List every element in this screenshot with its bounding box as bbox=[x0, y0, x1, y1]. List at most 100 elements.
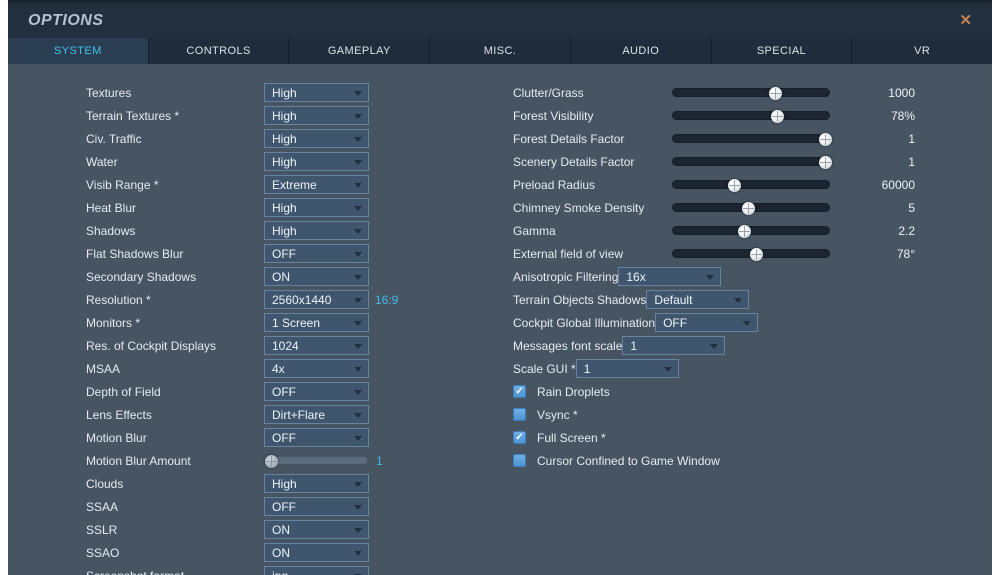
option-label: Water bbox=[86, 154, 118, 169]
dropdown[interactable]: 1024 bbox=[264, 336, 369, 355]
option-label: Scale GUI * bbox=[513, 361, 576, 376]
chevron-down-icon bbox=[354, 229, 362, 234]
option-label: SSAO bbox=[86, 545, 120, 560]
chevron-down-icon bbox=[743, 321, 752, 326]
option-row: Secondary Shadows ON bbox=[86, 265, 486, 288]
tab-misc[interactable]: MISC. bbox=[430, 38, 570, 64]
chevron-down-icon bbox=[354, 436, 362, 441]
option-label: Shadows bbox=[86, 223, 136, 238]
close-icon[interactable]: ✕ bbox=[959, 13, 972, 28]
option-row: Resolution * 2560x1440 16:9 bbox=[86, 288, 486, 311]
option-label: Motion Blur bbox=[86, 430, 147, 445]
option-label: Preload Radius bbox=[513, 177, 596, 192]
option-row: Textures High bbox=[86, 81, 486, 104]
dropdown[interactable]: ON bbox=[264, 520, 369, 539]
slider[interactable] bbox=[264, 455, 368, 468]
dropdown[interactable]: High bbox=[264, 152, 369, 171]
checkbox-checked[interactable]: ✓ bbox=[513, 431, 526, 444]
slider-handle[interactable] bbox=[818, 133, 832, 146]
chevron-down-icon bbox=[354, 367, 362, 372]
dropdown[interactable]: OFF bbox=[264, 244, 369, 263]
dropdown[interactable]: 16x bbox=[618, 267, 722, 286]
slider[interactable] bbox=[672, 179, 830, 192]
dropdown[interactable]: Default bbox=[646, 290, 750, 309]
dropdown[interactable]: High bbox=[264, 106, 369, 125]
option-row: ✓ Rain Droplets bbox=[513, 380, 933, 403]
tab-gameplay[interactable]: GAMEPLAY bbox=[289, 38, 430, 64]
slider-handle[interactable] bbox=[768, 87, 782, 100]
left-options-column: Textures High Terrain Textures * High Civ. T… bbox=[86, 81, 486, 575]
tab-audio[interactable]: AUDIO bbox=[570, 38, 711, 64]
dropdown[interactable]: Dirt+Flare bbox=[264, 405, 369, 424]
option-label: Anisotropic Filtering bbox=[513, 269, 619, 284]
chevron-down-icon bbox=[354, 505, 362, 510]
option-row: Shadows High bbox=[86, 219, 486, 242]
dropdown[interactable]: High bbox=[264, 83, 369, 102]
slider[interactable] bbox=[672, 156, 832, 169]
chevron-down-icon bbox=[354, 413, 362, 418]
slider-value: 60000 bbox=[881, 177, 915, 192]
dropdown[interactable]: 4x bbox=[264, 359, 369, 378]
slider-handle[interactable] bbox=[265, 455, 279, 468]
checkbox-checked[interactable]: ✓ bbox=[513, 385, 526, 398]
slider[interactable] bbox=[672, 248, 830, 261]
option-row: Vsync * bbox=[513, 403, 933, 426]
slider-handle[interactable] bbox=[737, 225, 751, 238]
dropdown[interactable]: High bbox=[264, 221, 369, 240]
dropdown-value: High bbox=[272, 131, 297, 146]
slider-handle[interactable] bbox=[750, 248, 764, 261]
dropdown[interactable]: ON bbox=[264, 543, 369, 562]
option-row: Clutter/Grass 1000 bbox=[513, 81, 933, 104]
dropdown[interactable]: jpg bbox=[264, 566, 369, 575]
option-row: Monitors * 1 Screen bbox=[86, 311, 486, 334]
dropdown[interactable]: High bbox=[264, 129, 369, 148]
checkbox-unchecked[interactable] bbox=[513, 454, 526, 467]
dropdown-value: OFF bbox=[272, 430, 296, 445]
slider[interactable] bbox=[672, 202, 830, 215]
dropdown[interactable]: ON bbox=[264, 267, 369, 286]
dropdown[interactable]: OFF bbox=[655, 313, 759, 332]
chevron-down-icon bbox=[354, 298, 362, 303]
dropdown[interactable]: OFF bbox=[264, 428, 369, 447]
option-row: Scale GUI * 1 bbox=[513, 357, 933, 380]
slider-handle[interactable] bbox=[742, 202, 756, 215]
slider-handle[interactable] bbox=[770, 110, 784, 123]
option-label: Depth of Field bbox=[86, 384, 161, 399]
slider[interactable] bbox=[672, 225, 830, 238]
dropdown-value: 1 Screen bbox=[272, 315, 321, 330]
slider[interactable] bbox=[672, 110, 830, 123]
option-label: Gamma bbox=[513, 223, 556, 238]
slider[interactable] bbox=[672, 133, 832, 146]
dropdown[interactable]: OFF bbox=[264, 382, 369, 401]
option-label: Civ. Traffic bbox=[86, 131, 142, 146]
dropdown-value: OFF bbox=[663, 315, 688, 330]
dropdown[interactable]: High bbox=[264, 198, 369, 217]
slider-handle[interactable] bbox=[818, 156, 832, 169]
dropdown[interactable]: OFF bbox=[264, 497, 369, 516]
dropdown[interactable]: 1 bbox=[575, 359, 679, 378]
slider-value: 78% bbox=[890, 108, 915, 123]
tab-bar: SYSTEM CONTROLS GAMEPLAY MISC. AUDIO SPECIAL V… bbox=[8, 38, 993, 64]
option-row: Preload Radius 60000 bbox=[513, 173, 933, 196]
dropdown[interactable]: 1 Screen bbox=[264, 313, 369, 332]
option-label: Resolution * bbox=[86, 292, 151, 307]
checkbox-unchecked[interactable] bbox=[513, 408, 526, 421]
slider-handle[interactable] bbox=[728, 179, 742, 192]
dropdown[interactable]: 2560x1440 bbox=[264, 290, 369, 309]
chevron-down-icon bbox=[706, 275, 715, 280]
option-label: Terrain Objects Shadows bbox=[513, 292, 647, 307]
option-row: External field of view 78° bbox=[513, 242, 933, 265]
option-row: Depth of Field OFF bbox=[86, 380, 486, 403]
tab-special[interactable]: SPECIAL bbox=[711, 38, 852, 64]
option-label: Scenery Details Factor bbox=[513, 154, 635, 169]
tab-controls[interactable]: CONTROLS bbox=[148, 38, 289, 64]
dropdown-value: High bbox=[272, 476, 297, 491]
dropdown[interactable]: Extreme bbox=[264, 175, 369, 194]
dropdown[interactable]: High bbox=[264, 474, 369, 493]
option-row: Terrain Objects Shadows Default bbox=[513, 288, 933, 311]
slider[interactable] bbox=[672, 87, 830, 100]
tab-vr[interactable]: VR bbox=[852, 38, 993, 64]
options-body: Textures High Terrain Textures * High Civ. T… bbox=[8, 64, 992, 575]
dropdown[interactable]: 1 bbox=[622, 336, 726, 355]
tab-system[interactable]: SYSTEM bbox=[8, 38, 148, 64]
